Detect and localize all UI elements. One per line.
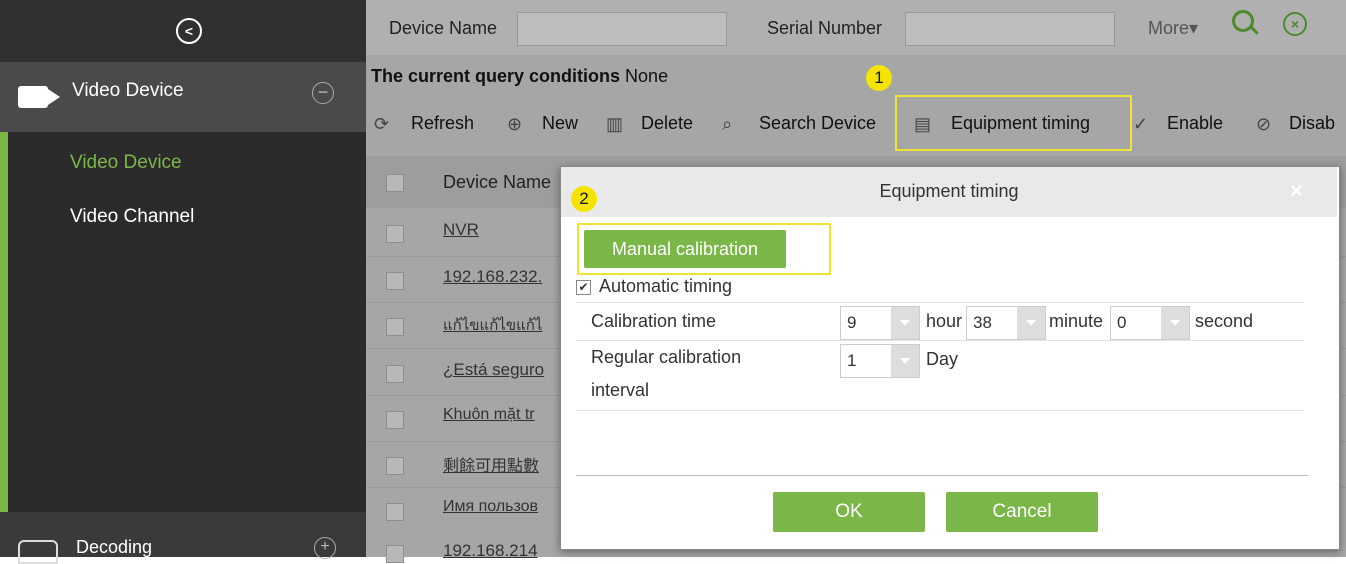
delete-icon[interactable]: ▥: [606, 114, 623, 135]
minute-value: 38: [973, 313, 992, 332]
enable-button[interactable]: Enable: [1167, 113, 1223, 134]
interval-label-line2: interval: [591, 380, 650, 400]
interval-value: 1: [847, 351, 857, 370]
row-checkbox[interactable]: [386, 365, 404, 383]
chevron-down-icon: [891, 307, 919, 339]
query-conditions: The current query conditions None: [371, 66, 668, 87]
cancel-button[interactable]: Cancel: [946, 492, 1098, 532]
row-checkbox[interactable]: [386, 503, 404, 521]
dialog-footer-divider: [576, 475, 1308, 476]
new-icon[interactable]: ⊕: [507, 114, 522, 135]
enable-icon[interactable]: ✓: [1133, 114, 1148, 135]
collapse-module-icon[interactable]: −: [312, 82, 334, 104]
equipment-timing-button[interactable]: Equipment timing: [951, 113, 1090, 134]
table-row[interactable]: ¿Está seguro: [443, 360, 544, 380]
second-value: 0: [1117, 313, 1127, 332]
row-checkbox[interactable]: [386, 225, 404, 243]
table-row[interactable]: 192.168.232.: [443, 267, 542, 287]
row-checkbox[interactable]: [386, 411, 404, 429]
interval-label-line1: Regular calibration: [591, 347, 742, 367]
manual-calibration-button[interactable]: Manual calibration: [584, 230, 786, 268]
second-select[interactable]: 0: [1110, 306, 1190, 340]
form-divider: [576, 302, 1304, 303]
sidebar-submenu: [0, 132, 366, 512]
equipment-timing-icon[interactable]: ▤: [914, 114, 931, 135]
decoder-icon: [18, 540, 58, 564]
search-device-button[interactable]: Search Device: [759, 113, 876, 134]
sidebar-item-video-device[interactable]: Video Device: [70, 152, 182, 174]
hour-unit: hour: [926, 311, 963, 331]
close-icon[interactable]: ×: [1290, 178, 1303, 204]
query-conditions-label: The current query conditions: [371, 66, 621, 86]
step-badge-1: 1: [866, 65, 892, 91]
calibration-time-label: Calibration time: [591, 311, 717, 331]
row-checkbox[interactable]: [386, 545, 404, 563]
hour-select[interactable]: 9: [840, 306, 920, 340]
disable-button[interactable]: Disab: [1289, 113, 1335, 134]
delete-button[interactable]: Delete: [641, 113, 693, 134]
form-divider: [576, 340, 1304, 341]
search-device-icon[interactable]: ⌕: [722, 114, 732, 135]
refresh-icon[interactable]: ⟳: [374, 114, 389, 135]
row-checkbox[interactable]: [386, 457, 404, 475]
chevron-down-icon: [1161, 307, 1189, 339]
automatic-timing-label[interactable]: Automatic timing: [599, 276, 732, 297]
hour-value: 9: [847, 313, 857, 332]
ok-button[interactable]: OK: [773, 492, 925, 532]
collapse-sidebar-icon[interactable]: <: [176, 18, 202, 44]
row-checkbox[interactable]: [386, 272, 404, 290]
query-conditions-value: None: [625, 66, 669, 86]
column-header-device-name[interactable]: Device Name: [443, 172, 551, 193]
clear-search-icon[interactable]: ×: [1283, 12, 1307, 36]
active-indicator: [0, 132, 8, 512]
chevron-down-icon: [891, 345, 919, 377]
table-row[interactable]: 剩餘可用點數: [443, 452, 539, 476]
table-row[interactable]: Khuôn mặt tr: [443, 406, 535, 424]
search-icon[interactable]: [1232, 10, 1254, 32]
sidebar-item-video-channel[interactable]: Video Channel: [70, 206, 194, 228]
device-name-input[interactable]: [517, 12, 727, 46]
row-checkbox[interactable]: [386, 318, 404, 336]
device-name-label: Device Name: [389, 18, 498, 38]
table-row[interactable]: NVR: [443, 220, 479, 240]
select-all-checkbox[interactable]: [386, 174, 404, 192]
serial-number-label: Serial Number: [767, 18, 883, 38]
minute-unit: minute: [1049, 311, 1104, 331]
step-badge-2: 2: [571, 186, 597, 212]
disable-icon[interactable]: ⊘: [1256, 114, 1271, 135]
form-divider: [576, 410, 1304, 411]
interval-select[interactable]: 1: [840, 344, 920, 378]
table-row[interactable]: แก้ไขแก้ไขแก้ไ: [443, 313, 542, 337]
expand-module-icon[interactable]: +: [314, 537, 336, 559]
more-filters-button[interactable]: More▾: [1148, 18, 1198, 39]
serial-number-input[interactable]: [905, 12, 1115, 46]
table-row[interactable]: 192.168.214: [443, 541, 538, 561]
dialog-title: Equipment timing: [879, 181, 1019, 201]
refresh-button[interactable]: Refresh: [411, 113, 474, 134]
second-unit: second: [1195, 311, 1254, 331]
video-camera-icon: [18, 86, 48, 108]
table-row[interactable]: Имя пользов: [443, 498, 538, 516]
minute-select[interactable]: 38: [966, 306, 1046, 340]
interval-unit: Day: [926, 349, 959, 369]
sidebar-module-label[interactable]: Video Device: [72, 80, 184, 102]
automatic-timing-checkbox[interactable]: ✔: [576, 280, 591, 295]
new-button[interactable]: New: [542, 113, 578, 134]
sidebar-module-decoding-label[interactable]: Decoding: [76, 537, 152, 558]
chevron-down-icon: [1017, 307, 1045, 339]
